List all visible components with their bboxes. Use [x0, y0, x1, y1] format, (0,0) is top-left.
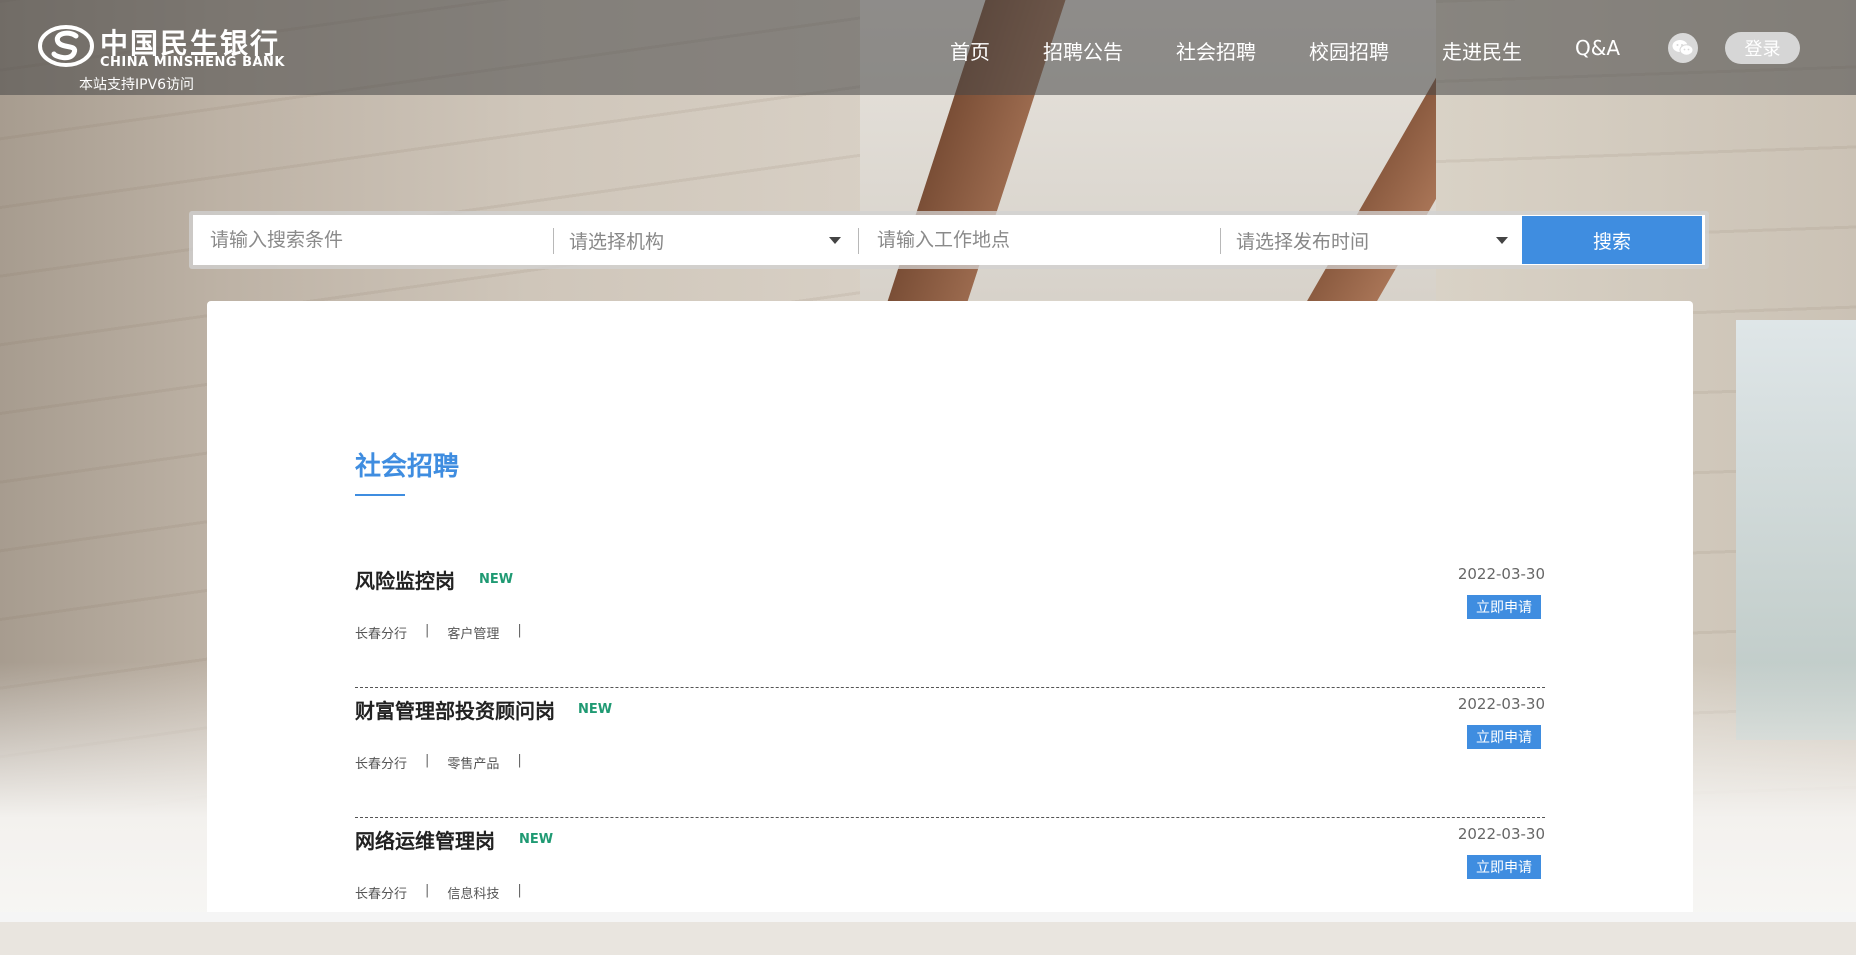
job-date: 2022-03-30	[1457, 825, 1545, 843]
meta-separator: |	[517, 623, 522, 638]
nav-item-announcements[interactable]: 招聘公告	[1043, 36, 1123, 66]
login-button[interactable]: 登录	[1725, 32, 1800, 64]
meta-separator: |	[425, 883, 430, 898]
wechat-icon[interactable]	[1668, 33, 1698, 63]
job-separator	[355, 817, 1545, 818]
minsheng-logo-icon	[38, 25, 94, 67]
site-header: 中国民生银行 CHINA MINSHENG BANK 本站支持IPV6访问 首页…	[0, 0, 1856, 95]
bottom-strip	[0, 912, 1856, 922]
nav-item-qa[interactable]: Q&A	[1575, 36, 1620, 66]
keyword-field-wrap	[208, 215, 538, 265]
job-category: 信息科技	[447, 887, 500, 902]
job-item: 财富管理部投资顾问岗 NEW 长春分行 | 零售产品 | 2022-03-30 …	[355, 695, 1545, 825]
logo-english-text: CHINA MINSHENG BANK	[100, 55, 285, 70]
job-title[interactable]: 财富管理部投资顾问岗	[355, 695, 555, 724]
job-branch: 长春分行	[355, 757, 408, 772]
time-select[interactable]: 请选择发布时间	[1236, 215, 1496, 265]
search-bar-inner: 请选择机构 请选择发布时间	[193, 215, 1705, 265]
search-divider	[553, 228, 554, 254]
meta-separator: |	[425, 623, 430, 638]
time-select-placeholder: 请选择发布时间	[1236, 230, 1370, 253]
main-nav: 首页 招聘公告 社会招聘 校园招聘 走进民生 Q&A	[950, 36, 1673, 66]
org-select-placeholder: 请选择机构	[569, 230, 665, 253]
wechat-glyph-icon	[1672, 40, 1694, 56]
new-badge: NEW	[479, 572, 514, 587]
ipv6-note: 本站支持IPV6访问	[79, 77, 195, 93]
apply-button[interactable]: 立即申请	[1467, 855, 1541, 879]
job-meta: 长春分行 | 信息科技 |	[355, 883, 540, 902]
apply-button[interactable]: 立即申请	[1467, 595, 1541, 619]
search-button[interactable]: 搜索	[1522, 216, 1702, 264]
job-item: 风险监控岗 NEW 长春分行 | 客户管理 | 2022-03-30 立即申请	[355, 565, 1545, 695]
search-divider	[858, 228, 859, 254]
nav-item-home[interactable]: 首页	[950, 36, 990, 66]
new-badge: NEW	[519, 832, 554, 847]
nav-item-campus-recruitment[interactable]: 校园招聘	[1309, 36, 1389, 66]
job-title[interactable]: 风险监控岗	[355, 565, 455, 594]
org-select[interactable]: 请选择机构	[569, 215, 829, 265]
job-category: 零售产品	[447, 757, 500, 772]
search-bar: 请选择机构 请选择发布时间	[189, 211, 1709, 269]
section-title-underline	[355, 494, 405, 496]
location-input[interactable]	[875, 228, 1205, 252]
job-list-card: 社会招聘 风险监控岗 NEW 长春分行 | 客户管理 | 2022-03-30 …	[207, 301, 1693, 922]
chevron-down-icon[interactable]	[1496, 237, 1508, 244]
nav-item-social-recruitment[interactable]: 社会招聘	[1176, 36, 1256, 66]
search-divider	[1220, 228, 1221, 254]
meta-separator: |	[517, 753, 522, 768]
job-branch: 长春分行	[355, 887, 408, 902]
job-title[interactable]: 网络运维管理岗	[355, 825, 495, 854]
job-meta: 长春分行 | 客户管理 |	[355, 623, 540, 642]
new-badge: NEW	[578, 702, 613, 717]
meta-separator: |	[425, 753, 430, 768]
apply-button[interactable]: 立即申请	[1467, 725, 1541, 749]
job-branch: 长春分行	[355, 627, 408, 642]
nav-item-about[interactable]: 走进民生	[1442, 36, 1522, 66]
chevron-down-icon[interactable]	[829, 237, 841, 244]
job-category: 客户管理	[447, 627, 500, 642]
job-meta: 长春分行 | 零售产品 |	[355, 753, 540, 772]
keyword-input[interactable]	[208, 228, 538, 252]
job-separator	[355, 687, 1545, 688]
section-title: 社会招聘	[355, 452, 460, 482]
meta-separator: |	[517, 883, 522, 898]
job-date: 2022-03-30	[1457, 565, 1545, 583]
job-item: 网络运维管理岗 NEW 长春分行 | 信息科技 | 2022-03-30 立即申…	[355, 825, 1545, 955]
job-date: 2022-03-30	[1457, 695, 1545, 713]
location-field-wrap	[875, 215, 1205, 265]
